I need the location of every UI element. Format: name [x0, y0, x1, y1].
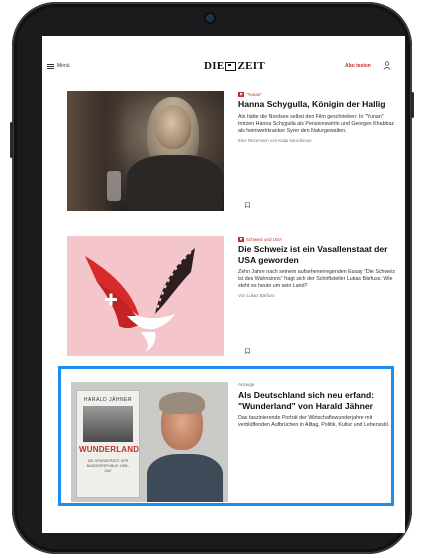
illustration-flag — [85, 248, 195, 352]
bookmark-icon[interactable] — [245, 202, 250, 208]
menu-button[interactable]: Menü — [47, 63, 70, 69]
article-teaser: Als hätte die Nordsee selbst den Film ge… — [238, 113, 395, 134]
hamburger-icon — [47, 63, 54, 69]
article-image-switzerland[interactable] — [67, 236, 224, 356]
menu-label: Menü — [57, 63, 70, 69]
kicker-text: "Yunan" — [246, 92, 262, 97]
logo-text-left: DIE — [204, 60, 225, 72]
site-header: Menü DIE ZEIT Abo testen — [42, 36, 405, 84]
article-byline: Eine Rezension von Katja Nicodemus — [238, 137, 312, 143]
article-headline[interactable]: Hanna Schygulla, Königin der Hallig — [238, 99, 398, 110]
article-kicker: Schweiz und USA — [238, 236, 398, 243]
app-screen: Menü DIE ZEIT Abo testen "Yunan" Hanna S… — [42, 36, 405, 533]
logo-seal-icon — [225, 61, 237, 71]
article-kicker: "Yunan" — [238, 91, 398, 98]
article-image-schygulla[interactable] — [67, 91, 224, 211]
article-headline[interactable]: Die Schweiz ist ein Vasallenstaat der US… — [238, 244, 398, 265]
user-icon[interactable] — [383, 61, 391, 70]
camera-icon — [206, 14, 214, 22]
volume-button — [10, 122, 13, 158]
article-teaser: Zehn Jahre nach seinem aufsehenerregende… — [238, 269, 396, 289]
tablet-frame: Menü DIE ZEIT Abo testen "Yunan" Hanna S… — [10, 2, 414, 554]
article-byline: Von Lukas Bärfuss — [238, 293, 275, 298]
kicker-text: Schweiz und USA — [246, 237, 283, 242]
abo-link[interactable]: Abo testen — [345, 63, 371, 69]
bookmark-icon[interactable] — [245, 348, 250, 354]
site-logo[interactable]: DIE ZEIT — [204, 60, 265, 72]
article-teaser-2[interactable]: Schweiz und USA Die Schweiz ist ein Vasa… — [238, 236, 398, 298]
article-teaser-1[interactable]: "Yunan" Hanna Schygulla, Königin der Hal… — [238, 91, 398, 143]
play-icon — [238, 237, 244, 242]
power-button — [411, 92, 414, 118]
logo-text-right: ZEIT — [237, 60, 265, 72]
highlight-box — [58, 366, 394, 506]
play-icon — [238, 92, 244, 97]
